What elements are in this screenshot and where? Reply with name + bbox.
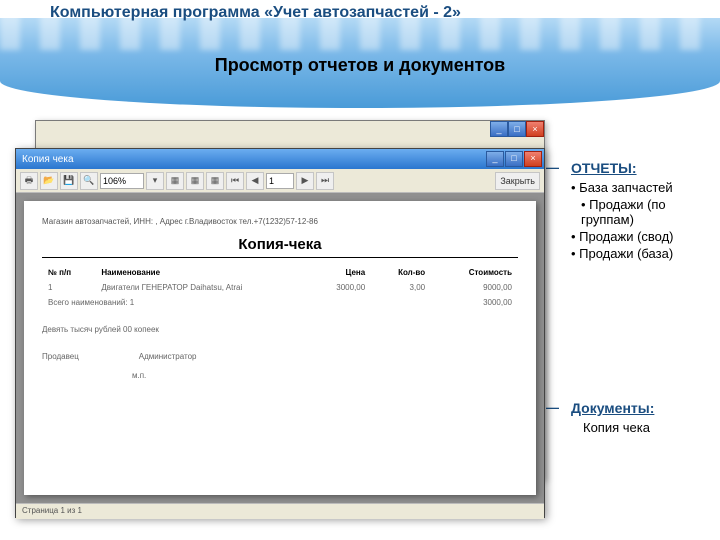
table-row: 1 Двигатели ГЕНЕРАТОР Daihatsu, Atrai 30… — [44, 281, 516, 294]
thumb2-icon[interactable]: ▦ — [186, 172, 204, 190]
cell: 3,00 — [371, 281, 429, 294]
minimize-icon[interactable]: _ — [486, 151, 504, 167]
cell: Двигатели ГЕНЕРАТОР Daihatsu, Atrai — [97, 281, 306, 294]
col-qty: Кол-во — [371, 266, 429, 279]
list-item: • Продажи (свод) — [571, 228, 716, 245]
report-toolbar: 🖶 📂 💾 🔍 106% ▾ ▦ ▦ ▦ ⏮ ◀ 1 ▶ ⏭ Закрыть — [16, 169, 544, 193]
window-title: Копия чека — [22, 154, 74, 165]
status-bar: Страница 1 из 1 — [16, 503, 544, 519]
save-icon[interactable]: 💾 — [60, 172, 78, 190]
zoom-select[interactable]: 106% — [100, 173, 144, 189]
list-item: • База запчастей — [571, 179, 716, 196]
maximize-icon[interactable]: □ — [508, 121, 526, 137]
page-number-input[interactable]: 1 — [266, 173, 294, 189]
first-page-icon[interactable]: ⏮ — [226, 172, 244, 190]
document-page: Магазин автозапчастей, ИНН: , Адрес г.Вл… — [24, 201, 536, 495]
list-item: • Продажи (база) — [571, 245, 716, 262]
doc-header: Магазин автозапчастей, ИНН: , Адрес г.Вл… — [42, 217, 518, 226]
minimize-icon[interactable]: _ — [490, 121, 508, 137]
col-price: Цена — [308, 266, 369, 279]
right-panel-reports: — ОТЧЕТЫ: • База запчастей • Продажи (по… — [571, 160, 716, 262]
thumb3-icon[interactable]: ▦ — [206, 172, 224, 190]
col-name: Наименование — [97, 266, 306, 279]
last-page-icon[interactable]: ⏭ — [316, 172, 334, 190]
table-total-row: Всего наименований: 1 3000,00 — [44, 296, 516, 309]
divider — [42, 257, 518, 258]
amount-text: Девять тысяч рублей 00 копеек — [42, 325, 518, 334]
list-item: Копия чека — [571, 419, 716, 436]
next-page-icon[interactable]: ▶ — [296, 172, 314, 190]
close-button[interactable]: Закрыть — [495, 172, 540, 190]
seller-name: Администратор — [139, 352, 197, 361]
col-cost: Стоимость — [431, 266, 516, 279]
slide-title: Компьютерная программа «Учет автозапчаст… — [50, 4, 461, 22]
report-viewer-window: Копия чека _ □ × 🖶 📂 💾 🔍 106% ▾ ▦ ▦ ▦ ⏮ … — [15, 148, 545, 518]
thumb1-icon[interactable]: ▦ — [166, 172, 184, 190]
reports-heading: ОТЧЕТЫ: — [571, 160, 716, 176]
mp-label: м.п. — [132, 371, 518, 380]
documents-heading: Документы: — [571, 400, 716, 416]
slide-subtitle: Просмотр отчетов и документов — [0, 55, 720, 76]
cell: 9000,00 — [431, 281, 516, 294]
prev-page-icon[interactable]: ◀ — [246, 172, 264, 190]
cell: 3000,00 — [431, 296, 516, 309]
doc-title: Копия-чека — [42, 236, 518, 253]
list-item: • Продажи (по группам) — [571, 196, 716, 228]
close-icon[interactable]: × — [526, 121, 544, 137]
cell: 3000,00 — [308, 281, 369, 294]
doc-table: № п/п Наименование Цена Кол-во Стоимость… — [42, 264, 518, 311]
seller-label: Продавец — [42, 352, 79, 361]
cell: Всего наименований: 1 — [44, 296, 306, 309]
open-icon[interactable]: 📂 — [40, 172, 58, 190]
col-num: № п/п — [44, 266, 95, 279]
cell: 1 — [44, 281, 95, 294]
close-icon[interactable]: × — [524, 151, 542, 167]
zoom-icon[interactable]: 🔍 — [80, 172, 98, 190]
right-panel-documents: — Документы: Копия чека — [571, 400, 716, 436]
zoom-dropdown-icon[interactable]: ▾ — [146, 172, 164, 190]
maximize-icon[interactable]: □ — [505, 151, 523, 167]
page-viewport[interactable]: Магазин автозапчастей, ИНН: , Адрес г.Вл… — [16, 193, 544, 503]
window-titlebar[interactable]: Копия чека _ □ × — [16, 149, 544, 169]
print-icon[interactable]: 🖶 — [20, 172, 38, 190]
